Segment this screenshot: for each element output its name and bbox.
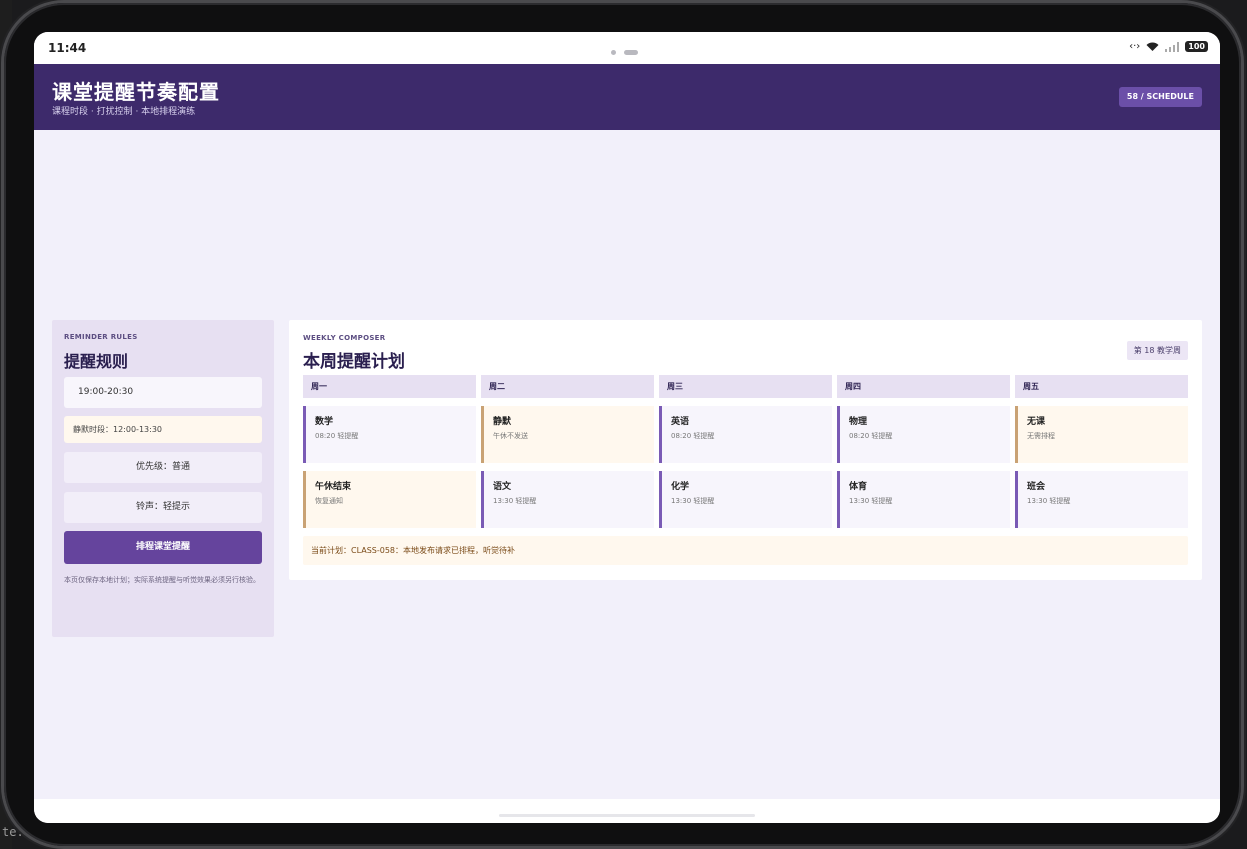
app-header: 课堂提醒节奏配置 课程时段 · 打扰控制 · 本地排程演练 58 / SCHED… — [34, 64, 1220, 130]
data-transfer-icon: ‹·› — [1129, 41, 1141, 52]
week-badge: 第 18 教学周 — [1126, 341, 1188, 360]
status-time: 11:44 — [48, 41, 87, 55]
ringtone-selector[interactable]: 铃声：轻提示 — [64, 492, 262, 523]
schedule-slot[interactable]: 化学 13:30 轻提醒 — [659, 471, 832, 528]
time-range-field[interactable]: 19:00-20:30 — [64, 377, 262, 408]
schedule-slot[interactable]: 数学 08:20 轻提醒 — [303, 406, 476, 463]
composer-title: 本周提醒计划 — [303, 352, 405, 372]
status-icons: ‹·› 100 — [1129, 41, 1208, 52]
slot-title: 英语 — [671, 417, 690, 427]
slot-title: 体育 — [849, 482, 868, 492]
schedule-slot[interactable]: 午休结束 恢复通知 — [303, 471, 476, 528]
navigation-bar — [34, 799, 1220, 823]
slot-meta: 08:20 轻提醒 — [849, 432, 893, 440]
status-bar: 11:44 ‹·› 100 — [34, 32, 1220, 74]
slot-meta: 13:30 轻提醒 — [493, 497, 537, 505]
day-header-wed: 周三 — [659, 375, 832, 398]
day-header-fri: 周五 — [1015, 375, 1188, 398]
slot-title: 物理 — [849, 417, 868, 427]
page-subtitle: 课程时段 · 打扰控制 · 本地排程演练 — [52, 107, 196, 117]
schedule-slot[interactable]: 物理 08:20 轻提醒 — [837, 406, 1010, 463]
slot-meta: 13:30 轻提醒 — [849, 497, 893, 505]
weekly-composer-panel: WEEKLY COMPOSER 本周提醒计划 第 18 教学周 周一 周二 周三… — [289, 320, 1202, 580]
rules-kicker: REMINDER RULES — [64, 333, 138, 341]
slot-title: 化学 — [671, 482, 690, 492]
schedule-slot[interactable]: 英语 08:20 轻提醒 — [659, 406, 832, 463]
day-header-mon: 周一 — [303, 375, 476, 398]
slot-meta: 午休不发送 — [493, 432, 528, 440]
multitask-handle-icon[interactable] — [611, 50, 643, 74]
slot-title: 数学 — [315, 417, 334, 427]
slot-meta: 08:20 轻提醒 — [671, 432, 715, 440]
quiet-hours-field[interactable]: 静默时段：12:00-13:30 — [64, 416, 262, 443]
slot-meta: 08:20 轻提醒 — [315, 432, 359, 440]
current-plan-status: 当前计划：CLASS-058：本地发布请求已排程，听觉待补 — [303, 536, 1188, 565]
app-screen: 11:44 ‹·› 100 课堂提醒节奏配置 课程时段 · 打扰控制 · 本地排… — [34, 32, 1220, 823]
signal-icon — [1165, 41, 1180, 52]
composer-kicker: WEEKLY COMPOSER — [303, 334, 386, 342]
reminder-rules-panel: REMINDER RULES 提醒规则 19:00-20:30 静默时段：12:… — [52, 320, 274, 637]
schedule-slot[interactable]: 无课 无需排程 — [1015, 406, 1188, 463]
wifi-icon — [1146, 42, 1159, 51]
priority-selector[interactable]: 优先级：普通 — [64, 452, 262, 483]
slot-meta: 13:30 轻提醒 — [1027, 497, 1071, 505]
page-title: 课堂提醒节奏配置 — [52, 80, 220, 104]
tablet-frame: 11:44 ‹·› 100 课堂提醒节奏配置 课程时段 · 打扰控制 · 本地排… — [4, 3, 1241, 846]
schedule-reminder-button[interactable]: 排程课堂提醒 — [64, 531, 262, 564]
battery-icon: 100 — [1185, 41, 1208, 52]
rules-note: 本页仅保存本地计划；实际系统提醒与听觉效果必须另行核验。 — [64, 576, 260, 584]
schedule-chip[interactable]: 58 / SCHEDULE — [1118, 87, 1202, 107]
slot-title: 班会 — [1027, 482, 1046, 492]
day-header-tue: 周二 — [481, 375, 654, 398]
schedule-slot[interactable]: 静默 午休不发送 — [481, 406, 654, 463]
slot-meta: 恢复通知 — [315, 497, 343, 505]
rules-title: 提醒规则 — [64, 352, 129, 371]
slot-title: 午休结束 — [315, 482, 352, 492]
schedule-slot[interactable]: 班会 13:30 轻提醒 — [1015, 471, 1188, 528]
slot-title: 无课 — [1027, 417, 1046, 427]
slot-title: 语文 — [493, 482, 512, 492]
schedule-slot[interactable]: 体育 13:30 轻提醒 — [837, 471, 1010, 528]
slot-meta: 13:30 轻提醒 — [671, 497, 715, 505]
day-header-thu: 周四 — [837, 375, 1010, 398]
slot-title: 静默 — [493, 417, 512, 427]
home-indicator[interactable] — [499, 814, 755, 817]
schedule-slot[interactable]: 语文 13:30 轻提醒 — [481, 471, 654, 528]
slot-meta: 无需排程 — [1027, 432, 1055, 440]
